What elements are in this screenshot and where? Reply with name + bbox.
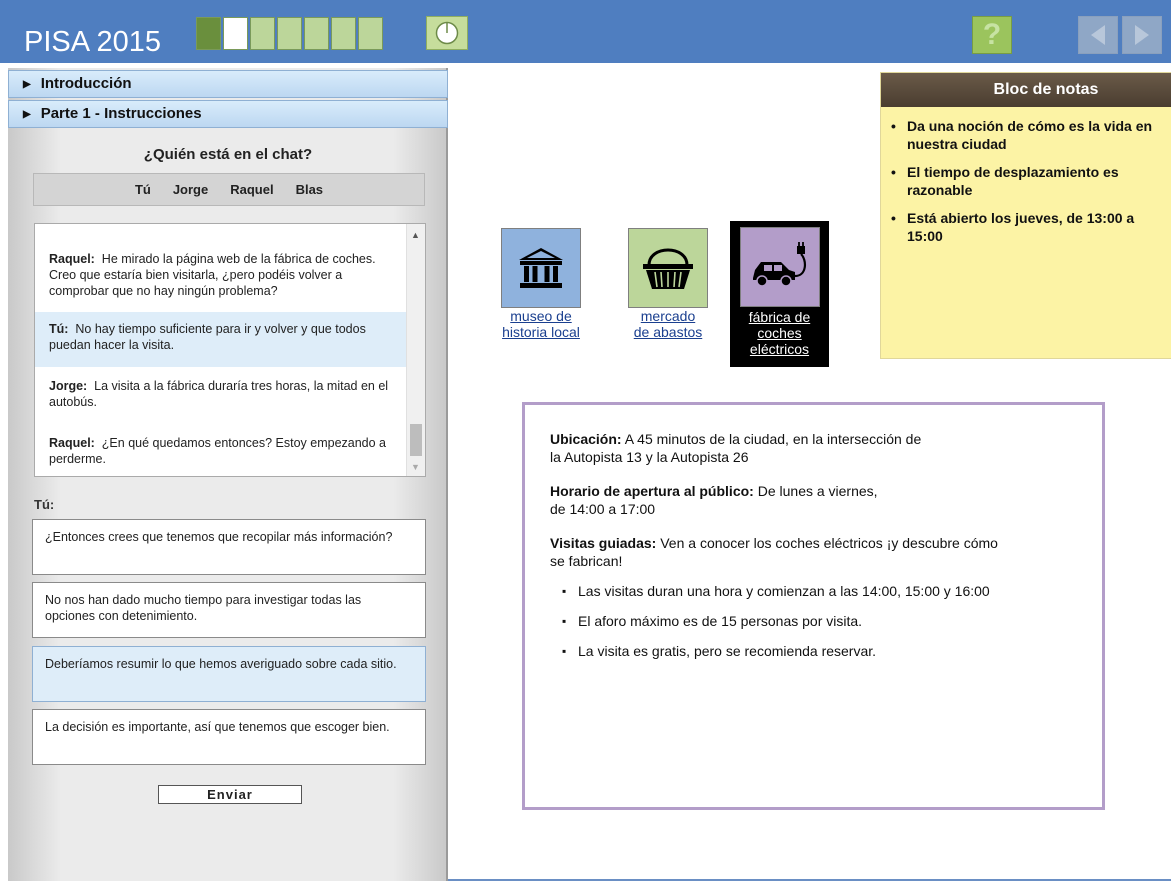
electric-car-icon (752, 242, 806, 287)
site-label-line: coches (757, 325, 802, 341)
factory-tile (739, 227, 820, 307)
hours-label: Horario de apertura al público: (550, 483, 754, 499)
progress-segment (250, 17, 275, 50)
tours-label: Visitas guiadas: (550, 535, 657, 551)
hours-info: Horario de apertura al público: De lunes… (550, 482, 1077, 518)
response-option-selected[interactable]: Deberíamos resumir lo que hemos averigua… (32, 646, 426, 702)
message-text: ¿En qué quedamos entonces? Estoy empezan… (49, 436, 387, 466)
notepad-item: Da una noción de cómo es la vida en nues… (891, 117, 1153, 153)
message-speaker: Jorge: (49, 379, 88, 393)
chat-message: Raquel: He mirado la página web de la fá… (35, 248, 407, 312)
message-speaker: Tú: (49, 322, 69, 336)
message-text: La visita a la fábrica duraría tres hora… (49, 379, 389, 409)
chat-message: Tú: No hay tiempo suficiente para ir y v… (35, 312, 407, 367)
next-button[interactable] (1122, 16, 1162, 54)
message-text: He mirado la página web de la fábrica de… (49, 252, 376, 298)
message-speaker: Raquel: (49, 436, 95, 450)
participants-list: Tú Jorge Raquel Blas (33, 173, 425, 206)
section-label: Parte 1 - Instrucciones (40, 105, 202, 122)
section-label: Introducción (40, 75, 132, 92)
section-parte-1-instrucciones[interactable]: ▶ Parte 1 - Instrucciones (8, 100, 448, 128)
site-label-line: museo de (510, 308, 572, 324)
site-label: mercado de abastos (624, 308, 712, 340)
chat-message: Jorge: La visita a la fábrica duraría tr… (35, 367, 407, 423)
site-label-line: de abastos (633, 324, 703, 340)
chat-scrollbar[interactable]: ▲ ▼ (406, 224, 425, 476)
market-tile (628, 228, 708, 308)
section-introduccion[interactable]: ▶ Introducción (8, 70, 448, 98)
triangle-right-icon: ▶ (23, 109, 31, 120)
timer-button[interactable] (426, 16, 468, 50)
option-text: Deberíamos resumir lo que hemos averigua… (45, 657, 397, 671)
hours-text: De lunes a viernes, (757, 483, 878, 499)
location-text: la Autopista 13 y la Autopista 26 (550, 449, 749, 465)
tours-info: Visitas guiadas: Ven a conocer los coche… (550, 534, 1077, 570)
notepad-item: El tiempo de desplazamiento es razonable (891, 163, 1153, 199)
option-text: ¿Entonces crees que tenemos que recopila… (45, 530, 393, 544)
help-button[interactable]: ? (972, 16, 1012, 54)
progress-segment (331, 17, 356, 50)
site-label: museo de historia local (492, 308, 590, 340)
site-label-line: historia local (502, 324, 580, 340)
location-text: A 45 minutos de la ciudad, en la interse… (624, 431, 922, 447)
site-label-line: eléctricos (749, 341, 810, 357)
notepad-item: Está abierto los jueves, de 13:00 a 15:0… (891, 209, 1153, 245)
site-label: fábrica de coches eléctricos (730, 309, 829, 357)
site-fabrica-coches-electricos[interactable]: fábrica de coches eléctricos (730, 221, 829, 367)
location-info: Ubicación: A 45 minutos de la ciudad, en… (550, 430, 1077, 466)
message-text: No hay tiempo suficiente para ir y volve… (49, 322, 366, 352)
site-label-line: fábrica de (748, 309, 811, 325)
arrow-right-icon (1135, 25, 1149, 45)
tour-detail: La visita es gratis, pero se recomienda … (562, 642, 1077, 660)
progress-segment (358, 17, 383, 50)
chat-message: Raquel: ¿En qué quedamos entonces? Estoy… (35, 423, 407, 473)
site-label-line: mercado (640, 308, 696, 324)
triangle-right-icon: ▶ (23, 79, 31, 90)
site-museo-historia-local[interactable]: museo de historia local (492, 228, 590, 340)
tours-details-list: Las visitas duran una hora y comienzan a… (550, 582, 1077, 660)
hours-text: de 14:00 a 17:00 (550, 501, 656, 517)
notepad-list: Da una noción de cómo es la vida en nues… (881, 117, 1171, 245)
response-option[interactable]: No nos han dado mucho tiempo para invest… (32, 582, 426, 638)
response-option[interactable]: La decisión es importante, así que tenem… (32, 709, 426, 765)
progress-segment (196, 17, 221, 50)
participant: Raquel (230, 182, 274, 197)
progress-segment-current (223, 17, 248, 50)
scroll-up-icon[interactable]: ▲ (411, 230, 420, 240)
museum-icon (519, 248, 563, 288)
tour-detail: Las visitas duran una hora y comienzan a… (562, 582, 1077, 600)
chat-log[interactable]: Raquel: He mirado la página web de la fá… (34, 223, 426, 477)
location-label: Ubicación: (550, 431, 622, 447)
progress-segment (304, 17, 329, 50)
notepad-title: Bloc de notas (881, 73, 1171, 107)
chat-participants-heading: ¿Quién está en el chat? (143, 146, 313, 163)
scroll-thumb[interactable] (410, 424, 422, 456)
site-mercado-de-abastos[interactable]: mercado de abastos (624, 228, 712, 340)
museum-tile (501, 228, 581, 308)
app-title: PISA 2015 (24, 26, 162, 58)
scroll-down-icon[interactable]: ▼ (411, 462, 420, 472)
participant: Tú (134, 182, 151, 197)
top-bar: PISA 2015 ? (0, 0, 1171, 63)
message-speaker: Raquel: (49, 252, 95, 266)
progress-indicator (196, 17, 383, 50)
participant: Blas (295, 182, 324, 197)
arrow-left-icon (1091, 25, 1105, 45)
response-option[interactable]: ¿Entonces crees que tenemos que recopila… (32, 519, 426, 575)
option-text: La decisión es importante, así que tenem… (45, 720, 390, 734)
send-button[interactable]: Enviar (158, 785, 302, 804)
response-speaker-label: Tú: (34, 497, 55, 512)
help-icon: ? (982, 18, 1002, 51)
tour-detail: El aforo máximo es de 15 personas por vi… (562, 612, 1077, 630)
tours-text: Ven a conocer los coches eléctricos ¡y d… (660, 535, 998, 551)
notepad: Bloc de notas Da una noción de cómo es l… (880, 72, 1171, 359)
progress-segment (277, 17, 302, 50)
tours-text: se fabrican! (550, 553, 623, 569)
previous-button[interactable] (1078, 16, 1118, 54)
clock-icon (435, 21, 459, 45)
basket-icon (643, 248, 693, 289)
participant: Jorge (172, 182, 209, 197)
option-text: No nos han dado mucho tiempo para invest… (45, 593, 362, 623)
site-info-panel: Ubicación: A 45 minutos de la ciudad, en… (522, 402, 1105, 810)
